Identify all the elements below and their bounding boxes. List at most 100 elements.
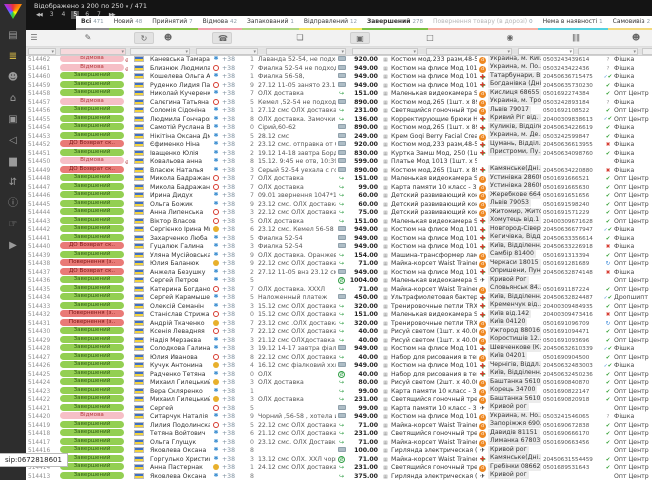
client-name: Михаил Гилецький — [150, 396, 210, 404]
ukraine-flag-icon — [134, 158, 144, 164]
shown-range[interactable]: Відображено з 200 по 250 ▾ / 471 — [34, 2, 147, 10]
tab-Прийнятий[interactable]: Прийнятий7 — [147, 16, 197, 30]
address-chip: Украина, м. Де.. — [488, 131, 541, 139]
tab-Новий[interactable]: Новий48 — [109, 16, 148, 30]
tab-Завершений[interactable]: Завершений278 — [362, 16, 428, 30]
double-check-icon: ✓✔ — [604, 346, 612, 352]
refresh-column-icon[interactable]: ↻ — [134, 32, 154, 44]
purchases-icon[interactable]: ▣ — [0, 109, 26, 130]
tab-count: 48 — [135, 19, 142, 25]
pager-first-icon[interactable]: ◀◀ — [34, 11, 44, 19]
delivery-cell: d — [477, 184, 488, 192]
source-name: Опт Центр — [614, 422, 652, 430]
filter-input[interactable]: ▾ — [518, 48, 574, 55]
filter-input[interactable]: ▾ — [28, 48, 56, 55]
address-chip: Украина, м. Тро.. — [488, 97, 541, 105]
ttn-status-cell: ✖ — [602, 141, 614, 149]
crm-app: ▤≣☻⌂▣◁▆⇵ⓘ☞▶ Відображено з 200 по 250 ▾ /… — [0, 0, 652, 480]
check-icon: ✔ — [606, 151, 611, 157]
status-column-icon[interactable]: ✎ — [78, 32, 98, 44]
stats-icon[interactable]: ▆ — [0, 151, 26, 172]
payment-column-icon[interactable]: ▣ — [350, 32, 370, 44]
manager-comment: ОЛХ доставка — [258, 90, 336, 98]
manager-comment: 21.12 смс ОЛХ доставка — [258, 430, 336, 438]
product-box-icon: ▦ — [380, 439, 391, 447]
dashboard-icon[interactable]: ▤ — [0, 25, 26, 46]
cash-icon — [338, 226, 346, 231]
calls-count: 9 — [246, 82, 258, 90]
filter-input[interactable]: ▾ — [426, 48, 512, 55]
source-name: Опт Центр — [614, 107, 652, 115]
tab-Нема в наявності[interactable]: Нема в наявності1 — [538, 16, 608, 30]
phone-number: +38 — [222, 311, 246, 319]
calls-count: 1 — [246, 73, 258, 81]
messenger-yellow-icon — [213, 379, 219, 385]
delivery-cell: d — [477, 396, 488, 404]
tab-Всі[interactable]: Всі471 — [76, 16, 109, 30]
tab-Відправлений[interactable]: Відправлений12 — [299, 16, 362, 30]
address-chip: Гребінки 08662 — [488, 463, 541, 471]
broadcast-icon[interactable]: ◁ — [0, 130, 26, 151]
filter-input[interactable]: ▾ — [266, 48, 346, 55]
filters-icon[interactable]: ⇵ — [0, 172, 26, 193]
filter-input[interactable]: ▾ — [642, 48, 652, 55]
orders-icon[interactable]: ≣ — [0, 46, 26, 67]
tab-Повернення товару (в дорозі)[interactable]: Повернення товару (в дорозі)0 — [428, 16, 538, 30]
manager-comment: 22.12 смс ОЛХ доставка. ХХЛ — [258, 260, 336, 268]
messenger-cell: ✱ — [210, 201, 222, 209]
order-id: 514423 — [26, 388, 58, 396]
ttn-number: 20400309473416 — [543, 311, 602, 319]
tab-Відмова[interactable]: Відмова42 — [198, 16, 242, 30]
calls-count: 1 — [246, 107, 258, 115]
prepaid-icon: ↪ — [339, 209, 344, 216]
care-icon[interactable]: ☞ — [0, 214, 26, 235]
tab-label: Відправлений — [304, 18, 348, 25]
filter-input[interactable]: ▾ — [130, 48, 190, 55]
product-box-icon: ▦ — [380, 354, 391, 362]
country-cell — [128, 294, 150, 302]
client-name: Станіслав Стрижак — [150, 311, 210, 319]
pager-page[interactable]: 4 — [60, 11, 68, 19]
comment-column-icon[interactable]: ❏ — [290, 32, 310, 44]
client-column-icon[interactable]: ☻ — [158, 32, 178, 44]
app-logo-icon[interactable] — [4, 4, 22, 19]
product-box-icon: ▦ — [380, 303, 391, 311]
client-name: Близнюк Людмила .. — [150, 65, 210, 73]
pager-page[interactable]: 3 — [48, 11, 56, 19]
hryvnia-icon: ₴ — [338, 456, 345, 463]
phone-column-icon[interactable]: ☎ — [212, 32, 232, 44]
payment-cell: ↪ — [336, 473, 347, 480]
select-column-icon[interactable]: ☰ — [24, 32, 44, 44]
address-column-icon[interactable]: ◉ — [500, 32, 520, 44]
client-name: Віктор Власов — [150, 218, 210, 226]
clients-icon[interactable]: ☻ — [0, 67, 26, 88]
filter-input[interactable]: ▾ — [352, 48, 418, 55]
order-total: 249.00 — [347, 133, 380, 141]
product-box-icon: ▦ — [380, 82, 391, 90]
ttn-column-icon[interactable]: ǁǁ — [566, 32, 586, 44]
product-column-icon[interactable]: □ — [420, 32, 440, 44]
product-name: Детский развивающий констру.. — [391, 209, 477, 217]
ukraine-flag-icon — [134, 320, 144, 326]
client-name: Захарченко Люба — [150, 235, 210, 243]
product-name: Костюм мод.265 (1шт. х 890.00 .. — [391, 167, 477, 175]
filter-input[interactable]: ▾ — [196, 48, 258, 55]
product-name: Тренировочные петли TRX Train.. — [391, 303, 477, 311]
product-name: Рисуй светом (1шт. х 40.00 = 40.. — [391, 328, 477, 336]
filter-input[interactable]: ▾ — [578, 48, 638, 55]
delivery-justin-icon: d — [479, 440, 486, 447]
manager-column-icon[interactable]: ☻ — [626, 32, 646, 44]
source-name: Фішка — [614, 158, 652, 166]
info-icon[interactable]: ⓘ — [0, 193, 26, 214]
product-box-icon: ▦ — [380, 201, 391, 209]
sip-status: sip:0672818601 — [0, 453, 68, 467]
ttn-number: 0501691096709 — [543, 320, 602, 328]
tab-Самовивіз[interactable]: Самовивіз2 — [608, 16, 652, 30]
tab-Запакований[interactable]: Запакований1 — [242, 16, 299, 30]
filter-input[interactable]: ▾ — [60, 48, 126, 55]
video-icon[interactable]: ▶ — [0, 235, 26, 256]
client-name: Самотій Руслана Во.. — [150, 124, 210, 132]
table-row[interactable]: 514413ЗавершенийЯковлева Оксана✱+388↪375… — [26, 473, 652, 480]
shop-icon[interactable]: ⌂ — [0, 88, 26, 109]
chevron-down-icon[interactable]: ▾ — [126, 4, 129, 10]
